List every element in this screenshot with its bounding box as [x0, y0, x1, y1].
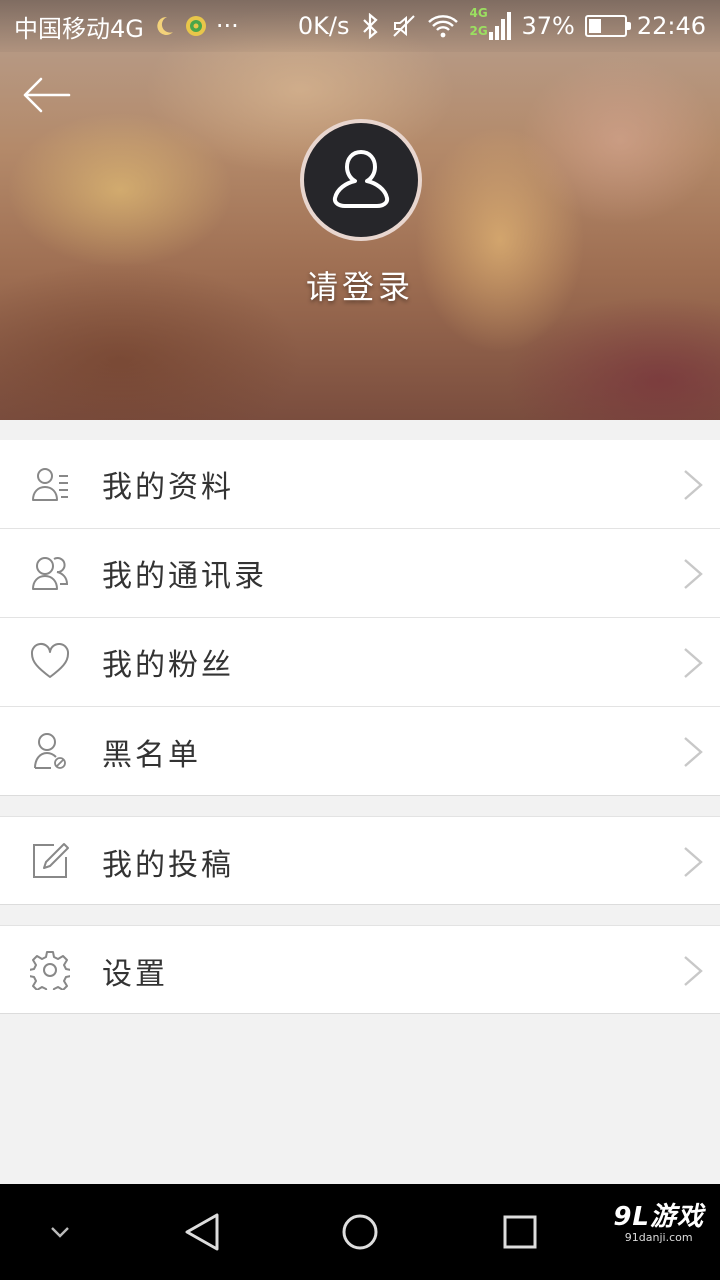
menu-item-label: 黑名单 — [102, 737, 201, 773]
network-type-top: 4G — [469, 6, 488, 20]
chevron-right-icon — [684, 737, 703, 767]
chevron-down-icon — [51, 1227, 69, 1238]
nav-back-button[interactable] — [170, 1184, 234, 1280]
menu-group-account: 我的资料 我的通讯录 我的粉丝 黑名单 — [0, 440, 720, 796]
clock: 22:46 — [636, 12, 706, 40]
menu-item-label: 我的资料 — [102, 470, 234, 505]
menu-item-my-profile[interactable]: 我的资料 — [0, 440, 720, 529]
back-button[interactable] — [18, 72, 74, 118]
menu-item-label: 我的通讯录 — [102, 559, 267, 594]
menu-item-my-fans[interactable]: 我的粉丝 — [0, 618, 720, 707]
gear-icon — [30, 950, 70, 990]
nav-recents-button[interactable] — [488, 1184, 552, 1280]
back-arrow-icon — [23, 77, 71, 113]
menu-group-content: 我的投稿 — [0, 816, 720, 905]
carrier-label: 中国移动4G — [14, 14, 144, 43]
blocked-user-icon — [30, 731, 70, 771]
chevron-right-icon — [684, 559, 703, 589]
nav-home-button[interactable] — [328, 1184, 392, 1280]
signal-icon: 4G 2G — [469, 6, 512, 44]
menu-item-settings[interactable]: 设置 — [0, 926, 720, 1015]
status-bar: 中国移动4G ··· 0K/s 4G 2G 37% 22:46 — [0, 0, 720, 52]
menu-item-label: 我的粉丝 — [102, 648, 234, 683]
menu-item-blacklist[interactable]: 黑名单 — [0, 707, 720, 796]
menu-group-settings: 设置 — [0, 925, 720, 1014]
network-type-bottom: 2G — [469, 24, 488, 38]
bluetooth-icon — [359, 13, 381, 39]
edit-icon — [30, 841, 70, 881]
watermark-url: 91danji.com — [624, 1231, 693, 1244]
watermark-logo-text: 9L游戏 — [613, 1202, 704, 1232]
menu-item-my-submissions[interactable]: 我的投稿 — [0, 817, 720, 906]
system-nav-bar — [0, 1184, 720, 1280]
site-watermark: 9L游戏 91danji.com — [613, 1196, 704, 1244]
chevron-right-icon — [684, 956, 703, 986]
contacts-icon — [30, 553, 70, 593]
moon-icon — [152, 14, 176, 38]
avatar[interactable] — [300, 119, 422, 241]
heart-icon — [30, 642, 70, 682]
profile-card-icon — [30, 464, 70, 504]
profile-header: 中国移动4G ··· 0K/s 4G 2G 37% 22:46 请登录 — [0, 0, 720, 420]
chevron-right-icon — [684, 648, 703, 678]
mute-icon — [391, 13, 417, 39]
menu-item-label: 我的投稿 — [102, 847, 234, 883]
square-recents-icon — [503, 1215, 537, 1249]
login-prompt[interactable]: 请登录 — [0, 262, 720, 308]
hide-nav-button[interactable] — [30, 1184, 90, 1280]
battery-percent: 37% — [521, 12, 575, 40]
triangle-back-icon — [185, 1213, 219, 1251]
battery-icon — [584, 15, 631, 37]
chevron-right-icon — [684, 470, 703, 500]
app-notification-icon — [184, 14, 208, 38]
user-silhouette-icon — [332, 150, 390, 208]
menu-item-label: 设置 — [102, 956, 168, 992]
circle-home-icon — [342, 1214, 378, 1250]
more-notifications-indicator: ··· — [215, 12, 239, 40]
chevron-right-icon — [684, 847, 703, 877]
network-speed: 0K/s — [297, 12, 350, 40]
menu-item-my-contacts[interactable]: 我的通讯录 — [0, 529, 720, 618]
wifi-icon — [427, 13, 459, 39]
